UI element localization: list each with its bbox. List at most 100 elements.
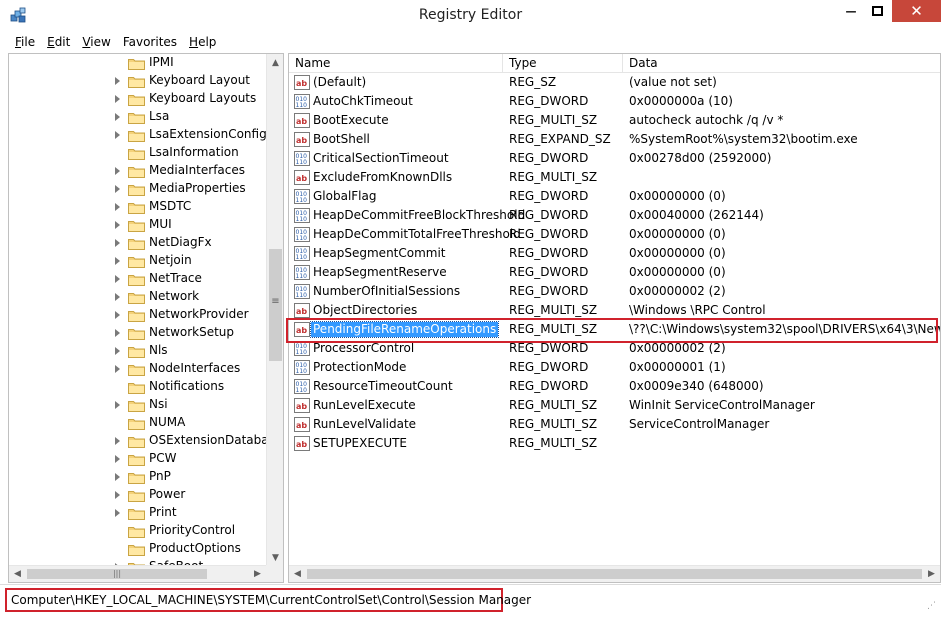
tree-item[interactable]: IPMI: [9, 54, 266, 72]
svg-text:110: 110: [296, 197, 308, 204]
tree-item[interactable]: Power: [9, 486, 266, 504]
values-horizontal-scrollbar[interactable]: ◀ ▶: [289, 565, 940, 582]
expand-arrow-icon[interactable]: [115, 185, 120, 193]
expand-arrow-icon[interactable]: [115, 77, 120, 85]
tree-item[interactable]: NUMA: [9, 414, 266, 432]
tree-item[interactable]: PnP: [9, 468, 266, 486]
tree-item[interactable]: Nls: [9, 342, 266, 360]
value-type: REG_DWORD: [509, 151, 589, 165]
tree-item[interactable]: LsaInformation: [9, 144, 266, 162]
value-row[interactable]: 010 110 HeapSegmentReserve REG_DWORD 0x00000…: [289, 263, 940, 282]
expand-arrow-icon[interactable]: [115, 167, 120, 175]
expand-arrow-icon[interactable]: [115, 509, 120, 517]
expand-arrow-icon[interactable]: [115, 455, 120, 463]
folder-icon: [128, 293, 145, 304]
expand-arrow-icon[interactable]: [115, 293, 120, 301]
tree-item[interactable]: Netjoin: [9, 252, 266, 270]
value-row[interactable]: 010 110 NumberOfInitialSessions REG_DWORD 0x…: [289, 282, 940, 301]
tree-item-label: Notifications: [149, 379, 225, 393]
tree-item[interactable]: ProductOptions: [9, 540, 266, 558]
tree-item[interactable]: LsaExtensionConfig: [9, 126, 266, 144]
close-button[interactable]: ✕: [892, 0, 941, 22]
expand-arrow-icon[interactable]: [115, 347, 120, 355]
minimize-button[interactable]: —: [838, 0, 864, 22]
tree-item[interactable]: MSDTC: [9, 198, 266, 216]
value-row[interactable]: ab (Default) REG_SZ (value not set): [289, 73, 940, 92]
menu-item[interactable]: Help: [183, 32, 222, 52]
scroll-left-icon[interactable]: ◀: [9, 566, 26, 582]
value-name: GlobalFlag: [313, 189, 377, 203]
value-row[interactable]: 010 110 CriticalSectionTimeout REG_DWORD 0x0…: [289, 149, 940, 168]
scroll-thumb[interactable]: |||: [27, 569, 207, 579]
svg-text:110: 110: [296, 235, 308, 242]
tree-item[interactable]: Print: [9, 504, 266, 522]
tree-item[interactable]: NetDiagFx: [9, 234, 266, 252]
resize-grip-icon[interactable]: ⋰: [927, 602, 939, 615]
expand-arrow-icon[interactable]: [115, 437, 120, 445]
expand-arrow-icon[interactable]: [115, 203, 120, 211]
tree-item[interactable]: Nsi: [9, 396, 266, 414]
tree-item[interactable]: NetworkProvider: [9, 306, 266, 324]
menu-item[interactable]: Favorites: [117, 32, 183, 52]
tree-item[interactable]: Notifications: [9, 378, 266, 396]
tree-item[interactable]: NetworkSetup: [9, 324, 266, 342]
scroll-right-icon[interactable]: ▶: [923, 566, 940, 582]
expand-arrow-icon[interactable]: [115, 221, 120, 229]
tree-item-label: IPMI: [149, 55, 174, 69]
column-type-header[interactable]: Type: [503, 54, 623, 73]
tree-vertical-scrollbar[interactable]: ▲ ≡ ▼: [266, 54, 283, 566]
value-row[interactable]: ab ExcludeFromKnownDlls REG_MULTI_SZ: [289, 168, 940, 187]
tree-item[interactable]: Keyboard Layouts: [9, 90, 266, 108]
tree-item[interactable]: MediaInterfaces: [9, 162, 266, 180]
value-row[interactable]: ab BootExecute REG_MULTI_SZ autocheck autoc…: [289, 111, 940, 130]
scroll-thumb[interactable]: ≡: [269, 249, 282, 361]
value-row[interactable]: ab RunLevelExecute REG_MULTI_SZ WinInit Ser…: [289, 396, 940, 415]
value-row[interactable]: 010 110 ProtectionMode REG_DWORD 0x00000001 …: [289, 358, 940, 377]
scroll-down-icon[interactable]: ▼: [267, 549, 283, 566]
value-row[interactable]: 010 110 ResourceTimeoutCount REG_DWORD 0x000…: [289, 377, 940, 396]
tree-item[interactable]: Keyboard Layout: [9, 72, 266, 90]
scroll-right-icon[interactable]: ▶: [249, 566, 266, 582]
expand-arrow-icon[interactable]: [115, 311, 120, 319]
value-row[interactable]: ab BootShell REG_EXPAND_SZ %SystemRoot%\sys…: [289, 130, 940, 149]
tree-item[interactable]: NetTrace: [9, 270, 266, 288]
tree-item[interactable]: PCW: [9, 450, 266, 468]
expand-arrow-icon[interactable]: [115, 131, 120, 139]
expand-arrow-icon[interactable]: [115, 113, 120, 121]
value-data: 0x00040000 (262144): [629, 208, 764, 222]
value-row[interactable]: 010 110 AutoChkTimeout REG_DWORD 0x0000000a …: [289, 92, 940, 111]
expand-arrow-icon[interactable]: [115, 257, 120, 265]
scroll-left-icon[interactable]: ◀: [289, 566, 306, 582]
tree-item[interactable]: NodeInterfaces: [9, 360, 266, 378]
expand-arrow-icon[interactable]: [115, 239, 120, 247]
tree-item[interactable]: PriorityControl: [9, 522, 266, 540]
expand-arrow-icon[interactable]: [115, 329, 120, 337]
value-row[interactable]: ab SETUPEXECUTE REG_MULTI_SZ: [289, 434, 940, 453]
tree-item[interactable]: MediaProperties: [9, 180, 266, 198]
value-name: HeapDeCommitTotalFreeThreshold: [313, 227, 521, 241]
value-row[interactable]: ab RunLevelValidate REG_MULTI_SZ ServiceCon…: [289, 415, 940, 434]
value-row[interactable]: 010 110 GlobalFlag REG_DWORD 0x00000000 (0): [289, 187, 940, 206]
tree-item[interactable]: OSExtensionDatabase: [9, 432, 266, 450]
expand-arrow-icon[interactable]: [115, 491, 120, 499]
column-name-header[interactable]: Name: [289, 54, 503, 73]
expand-arrow-icon[interactable]: [115, 401, 120, 409]
expand-arrow-icon[interactable]: [115, 95, 120, 103]
tree-item[interactable]: Network: [9, 288, 266, 306]
value-row[interactable]: 010 110 HeapDeCommitFreeBlockThreshold REG_…: [289, 206, 940, 225]
expand-arrow-icon[interactable]: [115, 365, 120, 373]
tree-horizontal-scrollbar[interactable]: ◀ ||| ▶: [9, 565, 266, 582]
menu-item[interactable]: Edit: [41, 32, 76, 52]
value-row[interactable]: 010 110 HeapSegmentCommit REG_DWORD 0x000000…: [289, 244, 940, 263]
scroll-thumb[interactable]: [307, 569, 922, 579]
tree-item[interactable]: Lsa: [9, 108, 266, 126]
value-row[interactable]: 010 110 HeapDeCommitTotalFreeThreshold REG_…: [289, 225, 940, 244]
menu-item[interactable]: View: [76, 32, 116, 52]
column-data-header[interactable]: Data: [623, 54, 940, 73]
expand-arrow-icon[interactable]: [115, 275, 120, 283]
tree-item[interactable]: MUI: [9, 216, 266, 234]
maximize-button[interactable]: [864, 0, 891, 22]
menu-item[interactable]: File: [9, 32, 41, 52]
scroll-up-icon[interactable]: ▲: [267, 54, 283, 71]
expand-arrow-icon[interactable]: [115, 473, 120, 481]
